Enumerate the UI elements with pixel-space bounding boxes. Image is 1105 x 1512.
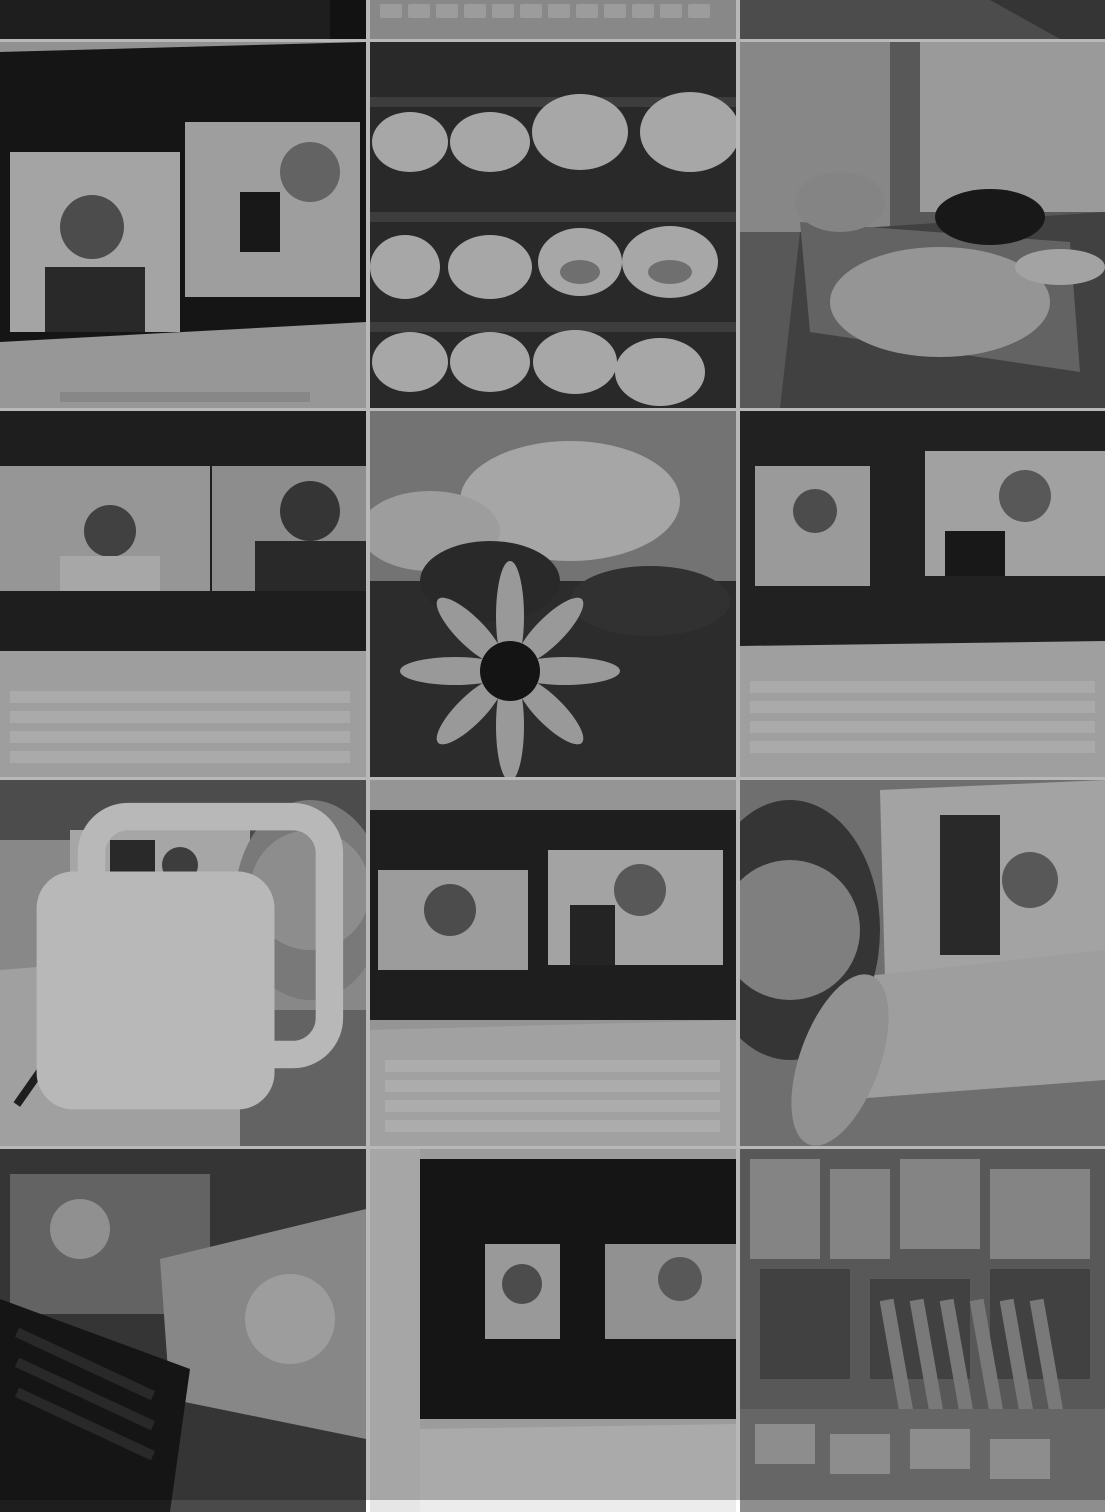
- tile-image: [0, 1149, 366, 1512]
- tile-image: [740, 411, 1105, 777]
- grid-tile-r3-1[interactable]: [0, 780, 366, 1146]
- grid-tile-top-2[interactable]: [370, 0, 736, 39]
- grid-tile-r4-3[interactable]: [740, 1149, 1105, 1512]
- grid-tile-top-3[interactable]: [740, 0, 1105, 39]
- tile-image: [740, 0, 1105, 39]
- tile-image: [370, 411, 736, 777]
- tile-image: [740, 780, 1105, 1146]
- grid-tile-r2-3[interactable]: [740, 411, 1105, 777]
- grid-tile-r4-1[interactable]: [0, 1149, 366, 1512]
- grid-tile-r1-1[interactable]: [0, 42, 366, 408]
- photo-grid: [0, 0, 1105, 1512]
- grid-tile-r1-3[interactable]: [740, 42, 1105, 408]
- tile-image: [0, 0, 366, 39]
- tile-image: [0, 411, 366, 777]
- carousel-icon: [36, 802, 344, 1110]
- grid-tile-r4-2[interactable]: [370, 1149, 736, 1512]
- grid-tile-r2-2[interactable]: [370, 411, 736, 777]
- grid-tile-r2-1[interactable]: [0, 411, 366, 777]
- tile-image: [370, 0, 736, 39]
- grid-tile-top-1[interactable]: [0, 0, 366, 39]
- tile-image: [370, 42, 736, 408]
- tile-image: [0, 42, 366, 408]
- tile-image: [740, 1149, 1105, 1512]
- tile-image: [740, 42, 1105, 408]
- grid-tile-r3-3[interactable]: [740, 780, 1105, 1146]
- tile-image: [370, 1149, 736, 1512]
- tile-image: [370, 780, 736, 1146]
- grid-tile-r3-2[interactable]: [370, 780, 736, 1146]
- grid-tile-r1-2[interactable]: [370, 42, 736, 408]
